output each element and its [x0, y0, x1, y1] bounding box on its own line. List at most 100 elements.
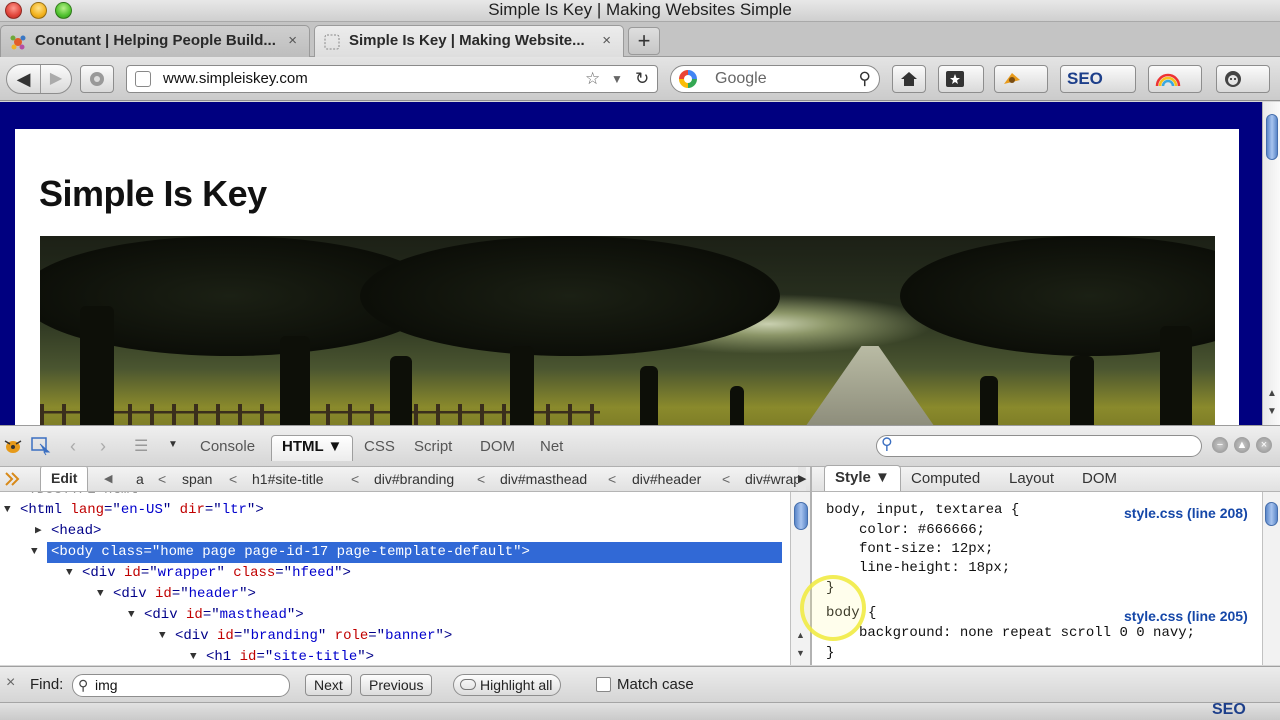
- list-icon[interactable]: ☰: [134, 436, 148, 456]
- tree-node[interactable]: ▼ <div id="wrapper" class="hfeed">: [66, 563, 351, 584]
- greasemonkey-button[interactable]: [1216, 65, 1270, 93]
- attribute-value[interactable]: home page page-id-17 page-template-defau…: [160, 544, 513, 560]
- attribute-name[interactable]: class: [101, 544, 143, 560]
- expanded-twisty-icon[interactable]: ▼: [97, 584, 104, 605]
- match-case-checkbox[interactable]: [596, 677, 611, 692]
- attribute-value[interactable]: hfeed: [292, 565, 334, 581]
- css-selector[interactable]: body, input, textarea {: [826, 501, 1019, 520]
- scrollbar-thumb[interactable]: [1265, 502, 1278, 526]
- attribute-name[interactable]: id: [155, 586, 172, 602]
- attribute-name[interactable]: id: [217, 628, 234, 644]
- tree-node[interactable]: ▼ <div id="header">: [97, 584, 256, 605]
- tree-node[interactable]: ▼ <div id="branding" role="banner">: [159, 626, 452, 647]
- home-button[interactable]: [892, 65, 926, 93]
- new-tab-button[interactable]: +: [628, 27, 660, 55]
- scroll-down-arrow-icon[interactable]: ▼: [1267, 406, 1277, 417]
- css-property[interactable]: background: none repeat scroll 0 0 navy;: [859, 624, 1195, 643]
- bookmarks-button[interactable]: [938, 65, 984, 93]
- breadcrumb-item[interactable]: div#masthead: [500, 467, 587, 491]
- close-window-button[interactable]: [5, 2, 22, 19]
- breadcrumb-item[interactable]: h1#site-title: [252, 467, 324, 491]
- firebug-bug-icon[interactable]: [2, 436, 24, 456]
- search-icon[interactable]: ⚲: [859, 66, 871, 92]
- tab-conutant[interactable]: Conutant | Helping People Build... ×: [0, 25, 310, 57]
- breadcrumb-item[interactable]: a: [136, 467, 144, 491]
- scrollbar-thumb[interactable]: [794, 502, 808, 530]
- tree-node[interactable]: ▶ <head>: [35, 521, 101, 542]
- minimize-window-button[interactable]: [30, 2, 47, 19]
- forward-button[interactable]: ▶: [41, 65, 71, 93]
- css-source-link[interactable]: style.css (line 205): [1124, 608, 1248, 624]
- scroll-down-arrow-icon[interactable]: ▼: [796, 648, 805, 658]
- firebug-search-input[interactable]: ⚲: [876, 435, 1202, 457]
- back-history-icon[interactable]: ‹: [70, 436, 76, 457]
- tree-node[interactable]: ▼ <div id="masthead">: [128, 605, 304, 626]
- find-next-button[interactable]: Next: [305, 674, 352, 696]
- expanded-twisty-icon[interactable]: ▼: [159, 626, 166, 647]
- find-previous-button[interactable]: Previous: [360, 674, 433, 696]
- bookmark-star-icon[interactable]: ☆: [585, 66, 600, 92]
- minimize-panel-icon[interactable]: −: [1212, 437, 1228, 453]
- css-source-link[interactable]: style.css (line 208): [1124, 505, 1248, 521]
- crumb-scroll-left-icon[interactable]: ◀: [104, 467, 112, 491]
- tab-simpleiskey[interactable]: Simple Is Key | Making Website... ×: [314, 25, 624, 57]
- attribute-value[interactable]: banner: [385, 628, 435, 644]
- edit-button[interactable]: Edit: [40, 467, 89, 491]
- back-button[interactable]: ◀: [7, 65, 41, 93]
- tab-computed[interactable]: Computed: [911, 467, 980, 491]
- expanded-twisty-icon[interactable]: ▼: [128, 605, 135, 626]
- style-panel-scrollbar[interactable]: [1262, 492, 1280, 665]
- tree-node-selected[interactable]: ▼ <body class="home page page-id-17 page-…: [31, 542, 782, 563]
- tab-style[interactable]: Style ▼: [824, 465, 901, 491]
- seo-status-badge[interactable]: SEO: [1212, 701, 1246, 719]
- scroll-up-arrow-icon[interactable]: ▲: [1267, 388, 1277, 399]
- site-title[interactable]: Simple Is Key: [39, 173, 267, 215]
- tab-html[interactable]: HTML ▼: [271, 435, 354, 461]
- tree-expand-icon[interactable]: [4, 471, 20, 487]
- breadcrumb-item[interactable]: div#branding: [374, 467, 454, 491]
- seo-toolbar-button[interactable]: SEO: [1060, 65, 1136, 93]
- css-property[interactable]: color: #666666;: [859, 521, 985, 540]
- close-firebug-icon[interactable]: ×: [1256, 437, 1272, 453]
- tab-css[interactable]: CSS: [364, 436, 395, 458]
- css-property[interactable]: line-height: 18px;: [859, 559, 1010, 578]
- attribute-value[interactable]: masthead: [220, 607, 287, 623]
- scroll-up-arrow-icon[interactable]: ▲: [796, 630, 805, 640]
- crumb-scroll-right-icon[interactable]: ▶: [798, 467, 807, 491]
- attribute-value[interactable]: branding: [251, 628, 318, 644]
- expanded-twisty-icon[interactable]: ▼: [66, 563, 73, 584]
- attribute-name[interactable]: dir: [180, 502, 205, 518]
- tree-node[interactable]: ▼ <html lang="en-US" dir="ltr">: [4, 500, 264, 521]
- html-panel-scrollbar[interactable]: ▲ ▼: [790, 492, 810, 665]
- menu-dropdown-icon[interactable]: ▼: [168, 439, 178, 450]
- attribute-name[interactable]: id: [240, 649, 257, 665]
- tab-console[interactable]: Console: [200, 436, 255, 458]
- reload-icon[interactable]: ↻: [635, 66, 649, 92]
- attribute-value[interactable]: site-title: [273, 649, 357, 665]
- tab-layout[interactable]: Layout: [1009, 467, 1054, 491]
- page-vertical-scrollbar[interactable]: ▲ ▼: [1262, 102, 1280, 425]
- rainbow-addon-button[interactable]: [1148, 65, 1202, 93]
- tab-dom[interactable]: DOM: [1082, 467, 1117, 491]
- breadcrumb-item[interactable]: span: [182, 467, 212, 491]
- attribute-value[interactable]: ltr: [222, 502, 247, 518]
- scrollbar-thumb[interactable]: [1266, 114, 1278, 160]
- breadcrumb-item[interactable]: div#header: [632, 467, 701, 491]
- expanded-twisty-icon[interactable]: ▼: [190, 647, 197, 665]
- inspect-element-icon[interactable]: [30, 436, 52, 456]
- search-bar[interactable]: Google ⚲: [670, 65, 880, 93]
- close-find-bar-icon[interactable]: ×: [6, 674, 15, 692]
- collapsed-twisty-icon[interactable]: ▶: [35, 521, 42, 542]
- attribute-name[interactable]: id: [124, 565, 141, 581]
- attribute-name[interactable]: lang: [70, 502, 104, 518]
- find-input[interactable]: ⚲ img: [72, 674, 290, 697]
- attribute-value[interactable]: header: [189, 586, 239, 602]
- tab-dom[interactable]: DOM: [480, 436, 515, 458]
- close-tab-icon[interactable]: ×: [288, 26, 297, 56]
- detach-panel-icon[interactable]: ▲: [1234, 437, 1250, 453]
- expanded-twisty-icon[interactable]: ▼: [4, 500, 11, 521]
- forward-history-icon[interactable]: ›: [100, 436, 106, 457]
- expanded-twisty-icon[interactable]: ▼: [31, 542, 38, 563]
- attribute-name[interactable]: role: [335, 628, 369, 644]
- addon-button[interactable]: [80, 65, 114, 93]
